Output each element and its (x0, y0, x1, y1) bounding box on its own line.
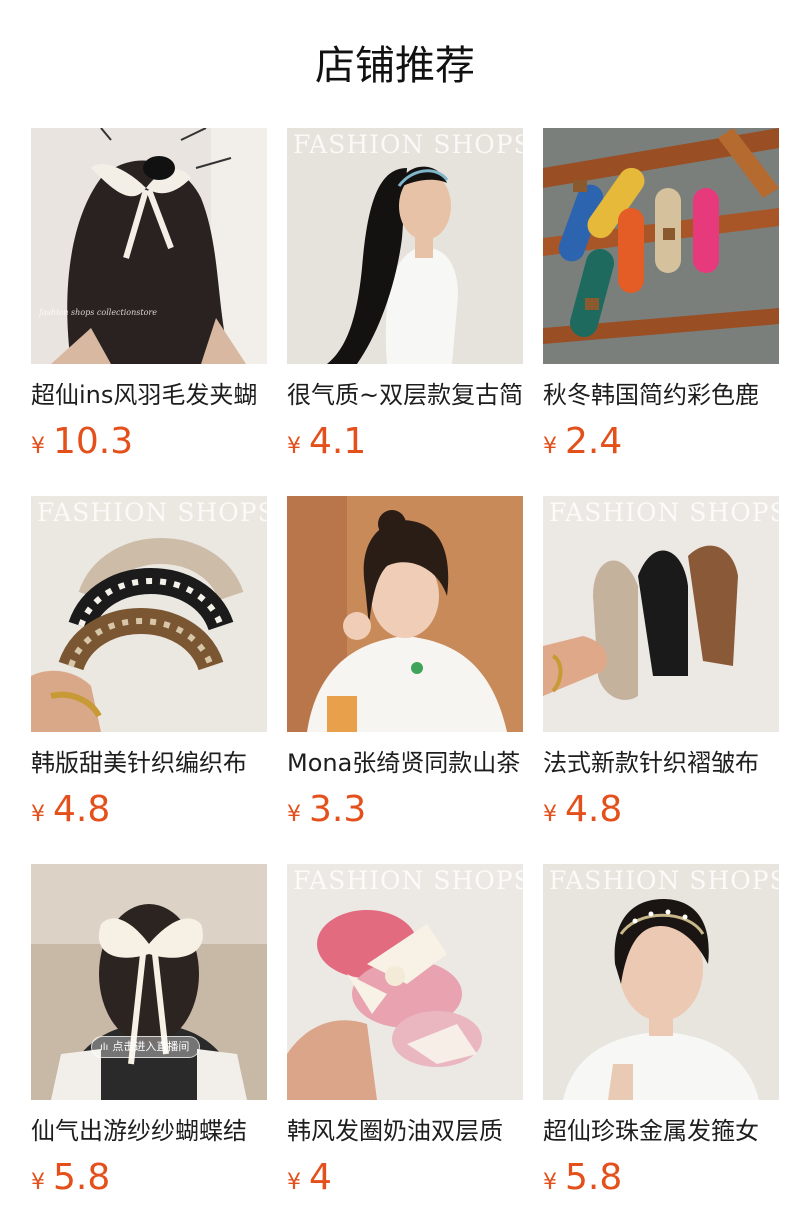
price-amount: 5.8 (53, 1157, 111, 1198)
product-image[interactable] (543, 128, 779, 364)
knit-headbands-image (31, 496, 267, 732)
product-price: ¥5.8 (31, 1158, 267, 1198)
product-price: ¥5.8 (543, 1158, 779, 1198)
product-price: ¥4.8 (31, 790, 267, 830)
product-name[interactable]: 法式新款针织褶皱布 (543, 748, 779, 778)
product-name[interactable]: 韩风发圈奶油双层质 (287, 1116, 523, 1146)
currency-symbol: ¥ (543, 434, 557, 459)
product-name[interactable]: 很气质~双层款复古简 (287, 380, 523, 410)
image-watermark: FASHION SHOPS (293, 130, 523, 159)
product-name[interactable]: Mona张绮贤同款山茶 (287, 748, 523, 778)
product-card[interactable]: FASHION SHOPS 很气质~双层款复古简 ¥4.1 (287, 128, 523, 462)
price-amount: 2.4 (565, 421, 623, 462)
product-card[interactable]: fashion shops collectionstore 超仙ins风羽毛发夹… (31, 128, 267, 462)
product-price: ¥2.4 (543, 422, 779, 462)
product-price: ¥4 (287, 1158, 523, 1198)
currency-symbol: ¥ (543, 802, 557, 827)
product-image[interactable]: ılı 点击进入直播间 (31, 864, 267, 1100)
product-image[interactable]: FASHION SHOPS (543, 496, 779, 732)
product-card[interactable]: FASHION SHOPS 超仙珍珠金属发箍女 ¥5.8 (543, 864, 779, 1198)
price-amount: 4.8 (565, 789, 623, 830)
price-amount: 4 (309, 1157, 332, 1198)
image-watermark: FASHION SHOPS (549, 498, 779, 527)
live-bars-icon: ılı (100, 1042, 109, 1053)
product-card[interactable]: ılı 点击进入直播间 仙气出游纱纱蝴蝶结 ¥5.8 (31, 864, 267, 1198)
product-image[interactable]: fashion shops collectionstore (31, 128, 267, 364)
price-amount: 4.8 (53, 789, 111, 830)
price-amount: 4.1 (309, 421, 367, 462)
image-watermark: FASHION SHOPS (549, 866, 779, 895)
product-image[interactable]: FASHION SHOPS (543, 864, 779, 1100)
currency-symbol: ¥ (287, 434, 301, 459)
product-card[interactable]: 秋冬韩国简约彩色鹿 ¥2.4 (543, 128, 779, 462)
product-name[interactable]: 仙气出游纱纱蝴蝶结 (31, 1116, 267, 1146)
product-image[interactable]: FASHION SHOPS (287, 864, 523, 1100)
product-grid: fashion shops collectionstore 超仙ins风羽毛发夹… (0, 0, 790, 1232)
product-card[interactable]: FASHION SHOPS 法式新款针织褶皱布 ¥4.8 (543, 496, 779, 830)
product-card[interactable]: FASHION SHOPS 韩风发圈奶油双层质 ¥4 (287, 864, 523, 1198)
currency-symbol: ¥ (543, 1170, 557, 1195)
pearl-headband-image (543, 864, 779, 1100)
colorful-clips-image (543, 128, 779, 364)
live-badge-label: 点击进入直播间 (112, 1040, 190, 1053)
price-amount: 10.3 (53, 421, 134, 462)
product-name[interactable]: 秋冬韩国简约彩色鹿 (543, 380, 779, 410)
product-image[interactable] (287, 496, 523, 732)
price-amount: 3.3 (309, 789, 367, 830)
currency-symbol: ¥ (31, 1170, 45, 1195)
satin-scrunchies-image (287, 864, 523, 1100)
currency-symbol: ¥ (287, 1170, 301, 1195)
product-card[interactable]: FASHION SHOPS 韩版甜美针织编织布 ¥4.8 (31, 496, 267, 830)
product-name[interactable]: 超仙ins风羽毛发夹蝴 (31, 380, 267, 410)
product-price: ¥4.8 (543, 790, 779, 830)
product-card[interactable]: Mona张绮贤同款山茶 ¥3.3 (287, 496, 523, 830)
pleated-headbands-image (543, 496, 779, 732)
headband-profile-image (287, 128, 523, 364)
currency-symbol: ¥ (287, 802, 301, 827)
ribbon-bow-image (31, 864, 267, 1100)
image-caption: fashion shops collectionstore (39, 308, 157, 317)
price-amount: 5.8 (565, 1157, 623, 1198)
hair-clip-bow-image (31, 128, 267, 364)
image-watermark: FASHION SHOPS (37, 498, 267, 527)
product-price: ¥3.3 (287, 790, 523, 830)
model-tshirt-image (287, 496, 523, 732)
product-image[interactable]: FASHION SHOPS (31, 496, 267, 732)
live-stream-badge[interactable]: ılı 点击进入直播间 (91, 1036, 201, 1058)
product-price: ¥4.1 (287, 422, 523, 462)
product-name[interactable]: 韩版甜美针织编织布 (31, 748, 267, 778)
currency-symbol: ¥ (31, 802, 45, 827)
image-watermark: FASHION SHOPS (293, 866, 523, 895)
currency-symbol: ¥ (31, 434, 45, 459)
product-price: ¥10.3 (31, 422, 267, 462)
product-name[interactable]: 超仙珍珠金属发箍女 (543, 1116, 779, 1146)
product-image[interactable]: FASHION SHOPS (287, 128, 523, 364)
